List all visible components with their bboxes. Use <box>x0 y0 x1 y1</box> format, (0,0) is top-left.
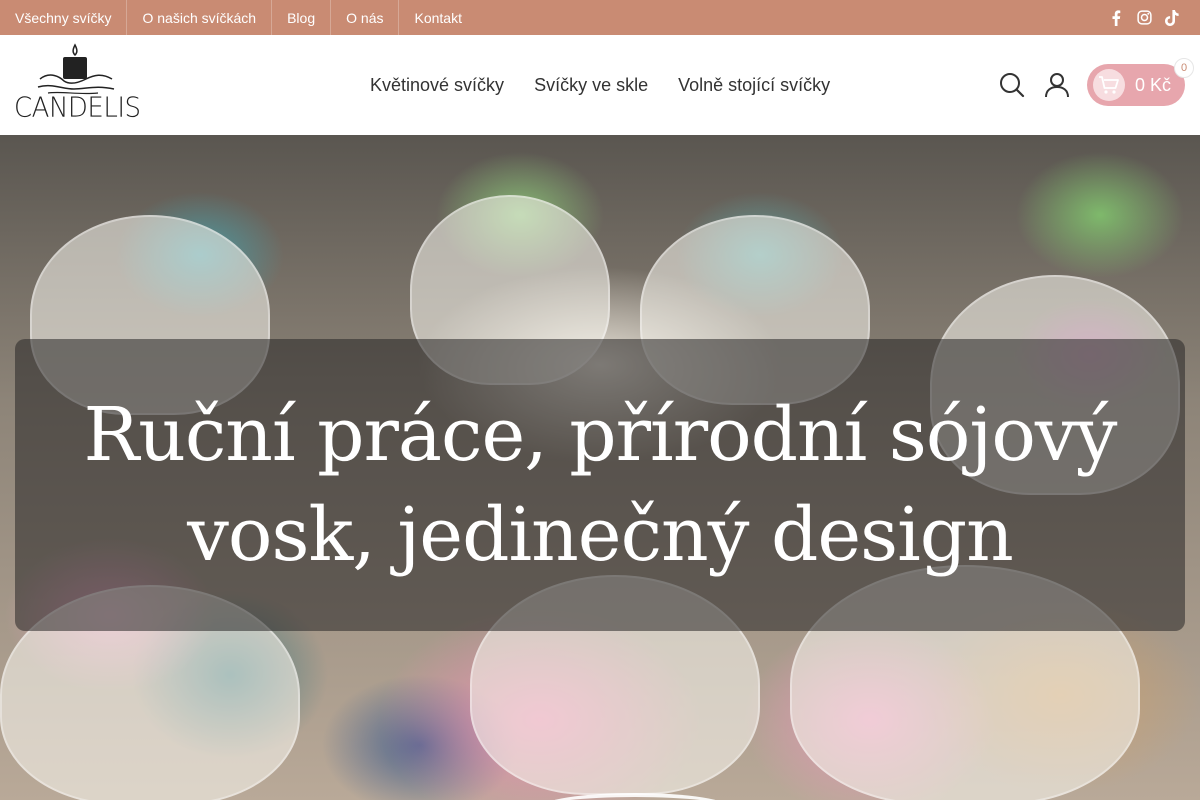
search-icon[interactable] <box>989 65 1034 105</box>
cart-icon <box>1093 69 1125 101</box>
top-nav: Všechny svíčky O našich svíčkách Blog O … <box>0 0 477 35</box>
top-bar: Všechny svíčky O našich svíčkách Blog O … <box>0 0 1200 35</box>
instagram-icon[interactable] <box>1136 10 1152 26</box>
logo-text: CANDELIS <box>14 92 141 124</box>
top-nav-blog[interactable]: Blog <box>272 0 332 35</box>
top-nav-about-candles[interactable]: O našich svíčkách <box>127 0 273 35</box>
top-nav-about-us[interactable]: O nás <box>331 0 400 35</box>
user-account-icon[interactable] <box>1034 65 1079 105</box>
hero-caption-box: Ruční práce, přírodní sójový vosk, jedin… <box>15 339 1185 631</box>
tiktok-icon[interactable] <box>1164 9 1180 26</box>
logo[interactable]: CANDELIS <box>14 43 141 127</box>
main-nav: Květinové svíčky Svíčky ve skle Volně st… <box>355 35 845 135</box>
top-nav-all-candles[interactable]: Všechny svíčky <box>0 0 128 35</box>
cart-count-badge: 0 <box>1174 58 1194 78</box>
facebook-icon[interactable] <box>1108 9 1124 26</box>
site-header: CANDELIS Květinové svíčky Svíčky ve skle… <box>0 35 1200 135</box>
cart-button[interactable]: 0 Kč 0 <box>1087 58 1194 106</box>
top-nav-contact[interactable]: Kontakt <box>399 0 476 35</box>
cart-total: 0 Kč <box>1135 74 1172 95</box>
hero-caption: Ruční práce, přírodní sójový vosk, jedin… <box>83 385 1117 585</box>
nav-candles-in-glass[interactable]: Svíčky ve skle <box>519 75 663 96</box>
candle-logo-icon <box>37 43 115 95</box>
hero-banner: Ruční práce, přírodní sójový vosk, jedin… <box>0 135 1200 800</box>
hero-caption-line-2: vosk, jedinečný design <box>187 492 1014 578</box>
nav-freestanding-candles[interactable]: Volně stojící svíčky <box>663 75 845 96</box>
social-links <box>1108 0 1180 35</box>
header-actions: 0 Kč 0 <box>989 35 1194 135</box>
nav-flower-candles[interactable]: Květinové svíčky <box>355 75 519 96</box>
hero-caption-line-1: Ruční práce, přírodní sójový <box>83 392 1117 478</box>
